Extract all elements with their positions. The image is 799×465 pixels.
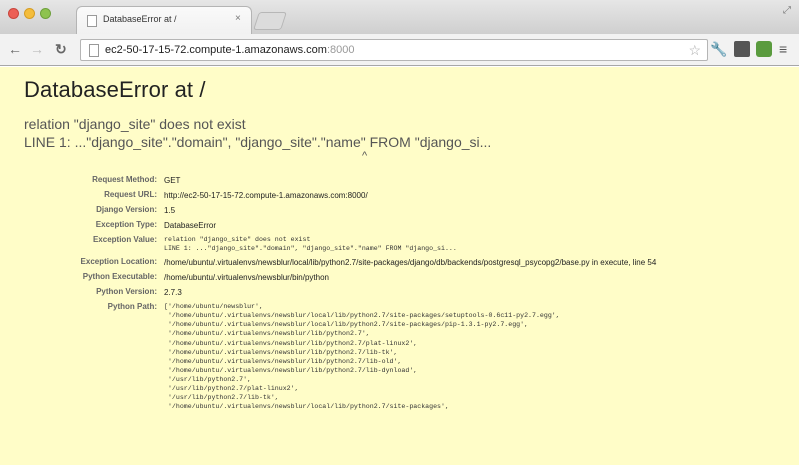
value-exception-location-cell: /home/ubuntu/.virtualenvs/newsblur/local…: [164, 256, 784, 271]
label-django-version: Django Version:: [96, 205, 157, 214]
value-django-version: 1.5: [164, 206, 176, 215]
label-python-path: Python Path:: [107, 302, 157, 312]
tab-title: DatabaseError at /: [103, 14, 177, 24]
forward-arrow-icon[interactable]: →: [30, 41, 44, 57]
browser-toolbar: ← → ↻ ec2-50-17-15-72.compute-1.amazonaw…: [0, 34, 799, 66]
value-python-path-cell: ['/home/ubuntu/newsblur', '/home/ubuntu/…: [164, 301, 784, 414]
value-exception-location: /home/ubuntu/.virtualenvs/newsblur/local…: [164, 258, 657, 268]
table-row: Python Path: ['/home/ubuntu/newsblur', '…: [0, 301, 784, 414]
reload-icon[interactable]: ↻: [55, 41, 67, 57]
new-tab-button[interactable]: [253, 12, 287, 30]
browser-tab[interactable]: DatabaseError at / ×: [76, 6, 252, 34]
table-row: Django Version: 1.5: [0, 204, 784, 219]
url-host: ec2-50-17-15-72.compute-1.amazonaws.com: [105, 44, 327, 56]
page-favicon-icon: [87, 15, 97, 27]
table-row: Python Executable: /home/ubuntu/.virtual…: [0, 271, 784, 286]
extension-green-icon[interactable]: [756, 41, 772, 57]
table-row: Request URL: http://ec2-50-17-15-72.comp…: [0, 189, 784, 204]
value-exception-value: relation "django_site" does not exist LI…: [164, 236, 457, 253]
table-row: Request Method: GET: [0, 174, 784, 189]
star-icon[interactable]: ☆: [688, 42, 701, 59]
tab-close-icon[interactable]: ×: [235, 13, 241, 24]
url-port: :8000: [326, 44, 355, 56]
window-minimize-button[interactable]: [24, 8, 35, 19]
value-python-version: 2.7.3: [164, 288, 182, 298]
wrench-icon[interactable]: 🔧: [710, 41, 727, 57]
fullscreen-icon[interactable]: ⤢: [783, 5, 791, 16]
table-row: Python Version: 2.7.3: [0, 286, 784, 301]
label-python-version: Python Version:: [96, 287, 157, 297]
error-caret: ^: [362, 150, 368, 162]
menu-icon[interactable]: ≡: [779, 41, 795, 57]
address-bar[interactable]: ec2-50-17-15-72.compute-1.amazonaws.com:…: [80, 39, 708, 61]
value-python-executable: /home/ubuntu/.virtualenvs/newsblur/bin/p…: [164, 273, 329, 283]
value-python-path: ['/home/ubuntu/newsblur', '/home/ubuntu/…: [164, 303, 560, 411]
label-exception-value: Exception Value:: [92, 235, 157, 244]
value-exception-type: DatabaseError: [164, 221, 217, 230]
error-summary: DatabaseError at / relation "django_site…: [0, 67, 799, 162]
back-arrow-icon[interactable]: ←: [8, 41, 22, 57]
page-title: DatabaseError at /: [24, 77, 206, 102]
exception-message: relation "django_site" does not exist LI…: [24, 116, 492, 150]
label-request-method: Request Method:: [92, 175, 157, 184]
table-row: Exception Location: /home/ubuntu/.virtua…: [0, 256, 784, 271]
label-request-url: Request URL:: [104, 190, 157, 199]
table-row: Exception Value: relation "django_site" …: [0, 234, 784, 256]
request-info-table: Request Method: GET Request URL: http://…: [0, 174, 784, 414]
table-row: Exception Type: DatabaseError: [0, 219, 784, 234]
window-close-button[interactable]: [8, 8, 19, 19]
value-request-method: GET: [164, 176, 181, 185]
url-text[interactable]: ec2-50-17-15-72.compute-1.amazonaws.com:…: [105, 44, 354, 56]
error-page: DatabaseError at / relation "django_site…: [0, 67, 799, 465]
label-exception-location: Exception Location:: [80, 257, 157, 267]
label-exception-type: Exception Type:: [95, 220, 157, 229]
window-titlebar: DatabaseError at / × ⤢: [0, 0, 799, 34]
value-exception-value-cell: relation "django_site" does not exist LI…: [164, 234, 784, 256]
label-python-executable: Python Executable:: [82, 272, 157, 282]
window-maximize-button[interactable]: [40, 8, 51, 19]
value-request-url: http://ec2-50-17-15-72.compute-1.amazona…: [164, 191, 368, 200]
extension-icon[interactable]: [734, 41, 750, 57]
page-icon: [89, 44, 99, 57]
